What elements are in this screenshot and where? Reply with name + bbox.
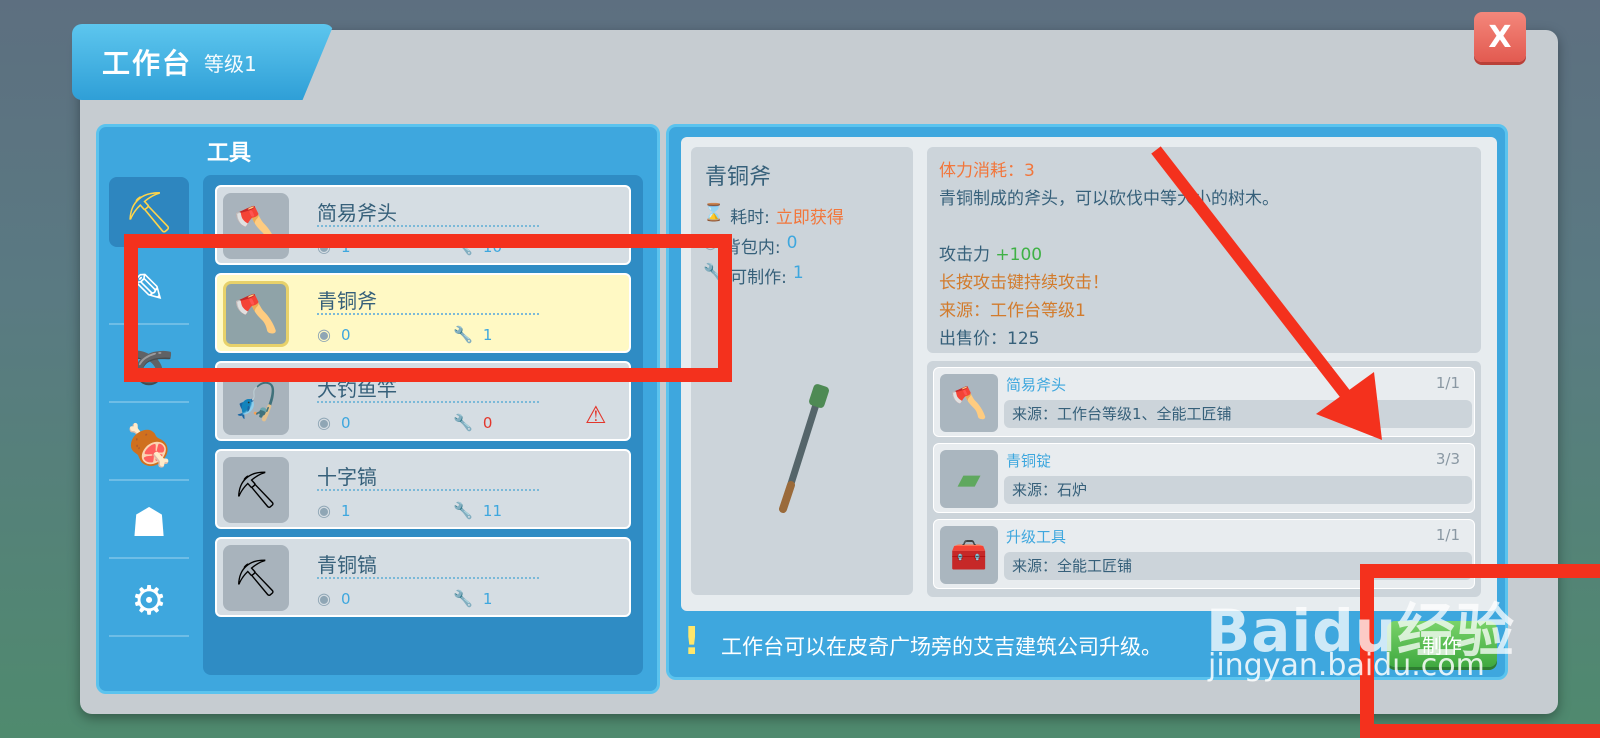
- baidu-watermark-url: jingyan.baidu.com: [1208, 648, 1485, 683]
